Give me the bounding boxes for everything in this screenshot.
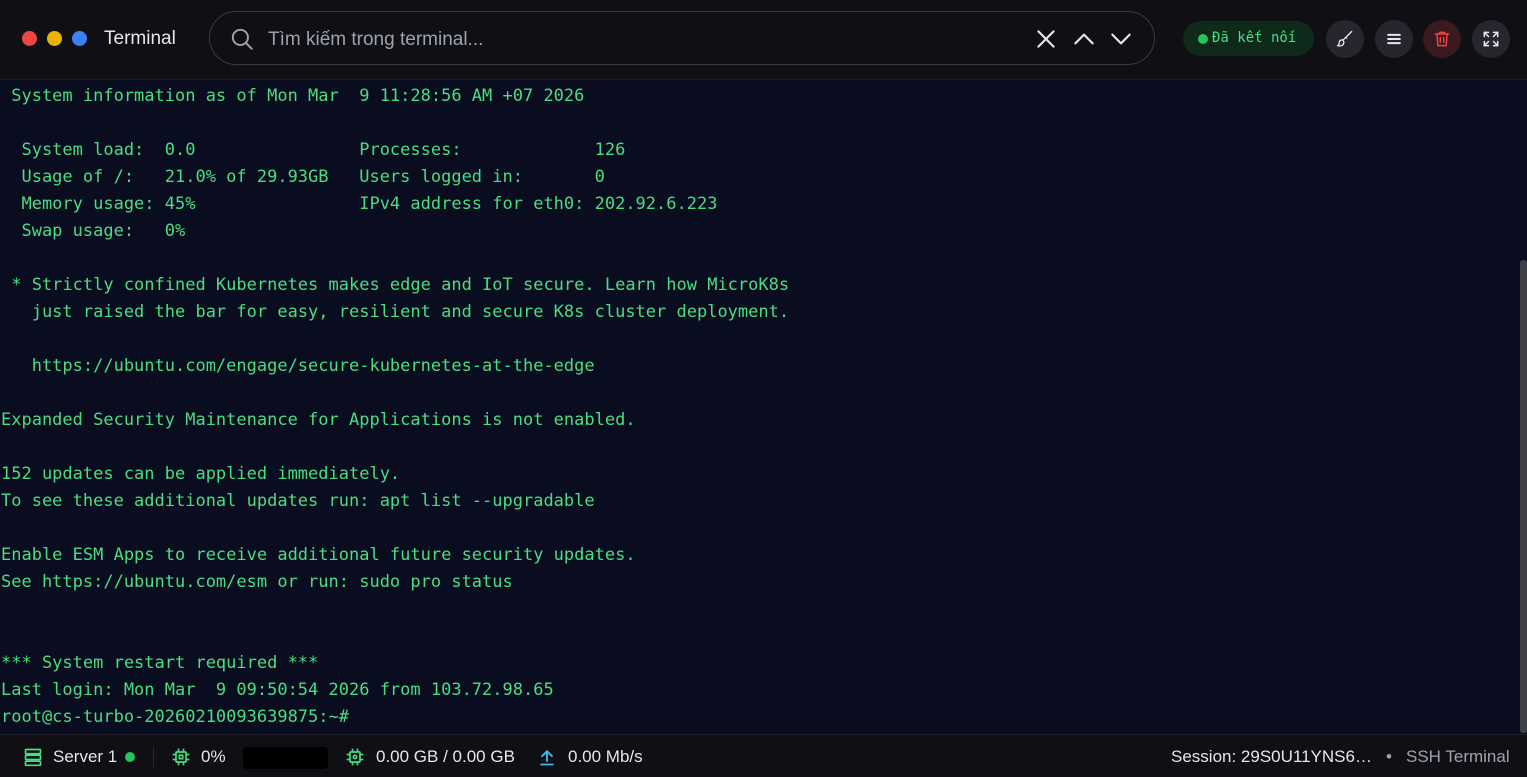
terminal-line: root@cs-turbo-20260210093639875:~# bbox=[1, 707, 349, 727]
connection-status-label: Đã kết nối bbox=[1212, 30, 1297, 46]
brush-icon bbox=[1336, 30, 1353, 47]
status-bar: Server 1 0% 0.00 GB / 0.00 GB 0.00 Mb/s … bbox=[0, 734, 1527, 777]
cpu-usage-bar bbox=[243, 747, 328, 769]
server-status-dot bbox=[125, 752, 135, 762]
terminal-line: just raised the bar for easy, resilient … bbox=[1, 302, 790, 322]
app-title: Terminal bbox=[104, 28, 176, 49]
server-name: Server 1 bbox=[53, 747, 118, 766]
cpu-icon bbox=[172, 748, 190, 766]
menu-icon bbox=[1387, 33, 1401, 45]
theme-button[interactable] bbox=[1326, 20, 1364, 58]
cpu-usage: 0% bbox=[201, 747, 226, 766]
terminal-line: Last login: Mon Mar 9 09:50:54 2026 from… bbox=[1, 680, 554, 700]
connection-type: SSH Terminal bbox=[1406, 747, 1510, 766]
network-speed: 0.00 Mb/s bbox=[568, 747, 643, 766]
status-dot-icon bbox=[1198, 34, 1208, 44]
terminal-line: See https://ubuntu.com/esm or run: sudo … bbox=[1, 572, 513, 592]
terminal-line: Usage of /: 21.0% of 29.93GB Users logge… bbox=[1, 167, 605, 187]
terminal-line: * Strictly confined Kubernetes makes edg… bbox=[1, 275, 790, 295]
session-id: Session: 29S0U11YNS6_... bbox=[1171, 747, 1377, 766]
divider bbox=[153, 747, 154, 767]
terminal-line: https://ubuntu.com/engage/secure-kuberne… bbox=[1, 356, 595, 376]
terminal-line: *** System restart required *** bbox=[1, 653, 319, 673]
window-minimize-dot[interactable] bbox=[47, 31, 62, 46]
header-bar: Terminal Đã kết nối bbox=[0, 0, 1527, 80]
chevron-up-icon[interactable] bbox=[1071, 26, 1097, 52]
search-input[interactable] bbox=[266, 24, 1010, 56]
server-icon bbox=[24, 748, 42, 767]
terminal-line: Enable ESM Apps to receive additional fu… bbox=[1, 545, 636, 565]
memory-usage: 0.00 GB / 0.00 GB bbox=[376, 747, 515, 766]
close-icon[interactable] bbox=[1033, 26, 1059, 52]
terminal-line: System load: 0.0 Processes: 126 bbox=[1, 140, 626, 160]
menu-button[interactable] bbox=[1375, 20, 1413, 58]
upload-icon bbox=[540, 750, 554, 766]
terminal-line: Memory usage: 45% IPv4 address for eth0:… bbox=[1, 194, 718, 214]
terminal-line: System information as of Mon Mar 9 11:28… bbox=[1, 86, 585, 106]
expand-icon bbox=[1483, 31, 1499, 47]
fullscreen-button[interactable] bbox=[1472, 20, 1510, 58]
separator-dot: • bbox=[1386, 747, 1392, 766]
connection-status-badge: Đã kết nối bbox=[1183, 21, 1314, 56]
memory-icon bbox=[346, 748, 364, 766]
terminal-line: Swap usage: 0% bbox=[1, 221, 186, 241]
window-maximize-dot[interactable] bbox=[72, 31, 87, 46]
terminal-line: Expanded Security Maintenance for Applic… bbox=[1, 410, 636, 430]
delete-button[interactable] bbox=[1423, 20, 1461, 58]
terminal-line: To see these additional updates run: apt… bbox=[1, 491, 595, 511]
trash-icon bbox=[1434, 31, 1450, 47]
chevron-down-icon[interactable] bbox=[1108, 26, 1134, 52]
search-bar bbox=[209, 11, 1155, 65]
scrollbar-thumb[interactable] bbox=[1520, 260, 1527, 733]
terminal-line: 152 updates can be applied immediately. bbox=[1, 464, 401, 484]
search-icon bbox=[231, 28, 253, 50]
terminal-output[interactable]: System information as of Mon Mar 9 11:28… bbox=[0, 81, 1520, 733]
terminal-app: Terminal Đã kết nối bbox=[0, 0, 1527, 777]
window-close-dot[interactable] bbox=[22, 31, 37, 46]
